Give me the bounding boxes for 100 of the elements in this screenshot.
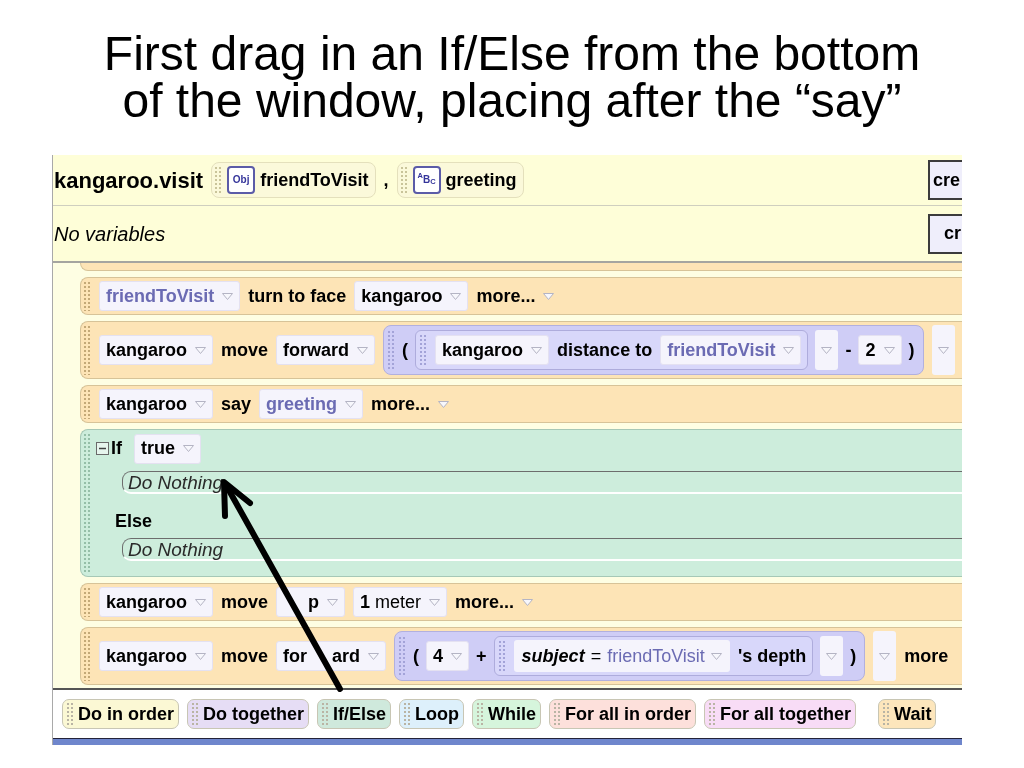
create-parameter-button[interactable]: cre [927, 160, 962, 200]
create-variable-button[interactable]: cr [928, 213, 962, 254]
more-dropdown[interactable]: more... [455, 588, 534, 616]
dropdown-tile[interactable]: greeting [259, 389, 364, 419]
block-keyword: say [221, 392, 252, 416]
grip-handle-icon[interactable] [83, 281, 91, 311]
operator-symbol: ) [850, 644, 857, 668]
dropdown-tile[interactable]: kangaroo [99, 389, 214, 419]
block-keyword: distance to [557, 338, 653, 362]
collapse-icon[interactable] [96, 442, 109, 455]
parameter-name: greeting [445, 168, 517, 192]
grip-handle-icon[interactable] [214, 166, 223, 194]
grip-handle-icon[interactable] [553, 702, 562, 726]
block-keyword: more [904, 644, 949, 668]
dropdown-tile[interactable]: forward [276, 335, 376, 365]
more-dropdown[interactable]: more... [371, 390, 450, 418]
dropdown-tile[interactable]: kangaroo [435, 335, 550, 365]
parameter-separator: , [383, 168, 389, 192]
dropdown-button[interactable] [815, 330, 839, 370]
palette-block-button[interactable]: For all together [704, 699, 857, 729]
dropdown-tile[interactable]: p [276, 587, 346, 617]
dropdown-caret-icon [195, 652, 207, 660]
dropdown-caret-icon [450, 292, 462, 300]
dropdown-caret-icon [429, 598, 441, 606]
palette-block-button[interactable]: Do in order [62, 699, 179, 729]
dropdown-caret-icon [879, 652, 891, 660]
grip-handle-icon[interactable] [83, 433, 91, 573]
dropdown-caret-icon [543, 292, 555, 300]
block-keyword: move [221, 338, 269, 362]
dropdown-caret-icon [195, 346, 207, 354]
grip-handle-icon[interactable] [708, 702, 717, 726]
grip-handle-icon[interactable] [321, 702, 329, 726]
grip-handle-icon[interactable] [387, 330, 396, 370]
dropdown-tile[interactable]: kangaroo [99, 641, 214, 671]
palette-block-button[interactable]: For all in order [549, 699, 697, 729]
dropdown-caret-icon [710, 652, 722, 660]
grip-handle-icon[interactable] [419, 334, 428, 366]
dropdown-caret-icon [183, 445, 194, 452]
block-keyword: move [221, 590, 269, 614]
if-keyword: If [111, 437, 122, 460]
block-keyword: turn to face [248, 284, 347, 308]
operator-symbol: ( [402, 338, 409, 362]
operator-symbol: ( [413, 644, 420, 668]
method-name: kangaroo.visit [54, 166, 204, 195]
palette-block-button[interactable]: Loop [399, 699, 465, 729]
dropdown-caret-icon [438, 400, 450, 408]
grip-handle-icon[interactable] [882, 702, 891, 726]
grip-handle-icon[interactable] [191, 702, 199, 726]
dropdown-caret-icon [522, 598, 534, 606]
dropdown-tile[interactable]: 1 meter [353, 587, 448, 617]
dropdown-caret-icon [783, 346, 795, 354]
grip-handle-icon[interactable] [83, 631, 91, 681]
dropdown-tile[interactable]: kangaroo [354, 281, 469, 311]
dropdown-button[interactable] [931, 325, 955, 375]
grip-handle-icon[interactable] [399, 166, 408, 194]
dropdown-tile[interactable]: 4 [426, 641, 470, 671]
dropdown-caret-icon [937, 346, 949, 354]
dropdown-caret-icon [826, 652, 838, 660]
dropdown-tile[interactable]: true [134, 433, 201, 464]
operator-symbol: - [845, 338, 852, 362]
grip-handle-icon[interactable] [476, 702, 485, 726]
parameter-tile[interactable]: $^{A}$B$_{C}$ greeting [396, 162, 524, 198]
drop-slot: Do Nothing [122, 538, 962, 561]
grip-handle-icon[interactable] [83, 587, 91, 617]
dropdown-tile[interactable]: kangaroo [99, 587, 214, 617]
dropdown-button[interactable] [820, 636, 844, 676]
dropdown-caret-icon [222, 292, 234, 300]
else-keyword: Else [115, 511, 153, 532]
operator-symbol: ) [908, 338, 915, 362]
palette-block-button[interactable]: Wait [878, 699, 937, 729]
dropdown-caret-icon [345, 400, 357, 408]
dropdown-caret-icon [451, 652, 463, 660]
operator-symbol: + [476, 644, 487, 668]
parameter-tile[interactable]: Obj friendToVisit [211, 162, 376, 198]
grip-handle-icon[interactable] [83, 389, 91, 419]
variables-label: No variables [54, 221, 166, 247]
dropdown-caret-icon [195, 400, 207, 408]
dropdown-caret-icon [195, 598, 207, 606]
dropdown-tile[interactable]: friendToVisit [660, 335, 802, 365]
dropdown-tile[interactable]: for ard [276, 641, 387, 671]
palette-block-button[interactable]: Do together [187, 699, 309, 729]
dropdown-tile[interactable]: friendToVisit [99, 281, 241, 311]
grip-handle-icon[interactable] [497, 640, 506, 672]
dropdown-tile[interactable]: kangaroo [99, 335, 214, 365]
dropdown-tile[interactable]: 2 [858, 335, 902, 365]
block-keyword: move [221, 644, 269, 668]
parameter-name: friendToVisit [260, 168, 369, 192]
palette-block-button[interactable]: While [472, 699, 542, 729]
palette-block-button[interactable]: If/Else [317, 699, 392, 729]
grip-handle-icon[interactable] [83, 325, 91, 375]
more-dropdown[interactable]: more... [476, 282, 555, 310]
grip-handle-icon[interactable] [66, 702, 74, 726]
property-dropdown[interactable]: subject = friendToVisit [513, 640, 730, 672]
dropdown-button[interactable] [873, 631, 897, 681]
dropdown-caret-icon [531, 346, 543, 354]
grip-handle-icon[interactable] [398, 636, 407, 676]
grip-handle-icon[interactable] [403, 702, 412, 726]
type-badge: $^{A}$B$_{C}$ [412, 166, 441, 194]
dropdown-caret-icon [327, 598, 339, 606]
dropdown-caret-icon [821, 346, 833, 354]
